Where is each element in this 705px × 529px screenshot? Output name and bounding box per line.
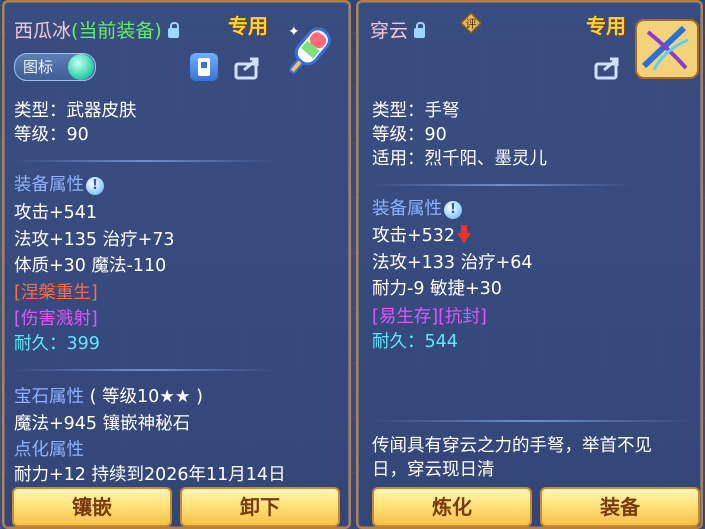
item-title: 穿云 — [370, 16, 426, 43]
stat-line: 体质+30 魔法-110 — [14, 256, 167, 276]
item-type: 类型：武器皮肤 — [14, 101, 137, 121]
appearance-icon[interactable] — [190, 53, 218, 81]
share-icon[interactable] — [234, 56, 262, 80]
info-icon[interactable]: ! — [444, 201, 462, 219]
gem-header-label: 宝石属性 — [14, 387, 84, 407]
attributes-header: 装备属性! — [372, 197, 462, 221]
refine-button[interactable]: 炼化 — [372, 487, 532, 527]
item-name: 西瓜冰 — [14, 20, 72, 42]
attributes-header-label: 装备属性 — [372, 199, 442, 219]
icon-toggle[interactable]: 图标 — [14, 53, 96, 81]
exclusive-badge: 专用 — [228, 14, 268, 38]
compare-item-panel: 穿云 专用 类型：手弩 等级：90 适用：烈千阳、墨灵儿 装备属性! 攻击+53… — [356, 0, 703, 529]
durability: 耐久：399 — [14, 332, 100, 356]
stat-line: 法攻+133 治疗+64 — [372, 253, 533, 273]
evaluate-label: 评 — [466, 18, 477, 31]
durability-label: 耐久： — [372, 332, 425, 352]
item-name: 穿云 — [370, 20, 409, 42]
item-title: 西瓜冰(当前装备) — [14, 16, 179, 43]
special-effect: [伤害溅射] — [14, 309, 98, 329]
equip-button[interactable]: 装备 — [540, 487, 700, 527]
item-type: 类型：手弩 — [372, 101, 460, 121]
refine-attributes-header: 点化属性 — [14, 440, 84, 460]
lock-icon — [167, 22, 179, 38]
special-effect: [涅槃重生] — [14, 283, 98, 303]
attributes-header-label: 装备属性 — [14, 175, 84, 195]
stat-line: 攻击+541 — [14, 203, 98, 223]
stat-line: 耐力-9 敏捷+30 — [372, 279, 502, 299]
divider — [14, 160, 274, 162]
item-level: 等级：90 — [372, 125, 447, 145]
gem-stat: 魔法+945 镶嵌神秘石 — [14, 414, 191, 434]
crossbow-weapon-icon — [635, 19, 699, 79]
item-description: 传闻具有穿云之力的手弩，举首不见 — [372, 436, 652, 456]
item-fit: 适用：烈千阳、墨灵儿 — [372, 149, 547, 169]
divider — [372, 184, 632, 186]
share-icon[interactable] — [594, 56, 622, 80]
popsicle-weapon-icon: ✦ — [288, 24, 331, 74]
toggle-knob — [68, 54, 94, 80]
icon-toggle-label: 图标 — [23, 58, 54, 76]
item-level: 等级：90 — [14, 125, 89, 145]
svg-text:✦: ✦ — [288, 24, 300, 40]
refine-stat: 耐力+12 持续到2026年11月14日 — [14, 465, 286, 485]
inlay-button[interactable]: 镶嵌 — [12, 487, 172, 527]
divider — [372, 420, 692, 422]
special-effect: [易生存][抗封] — [372, 307, 487, 327]
attributes-header: 装备属性! — [14, 173, 104, 197]
stat-line: 法攻+135 治疗+73 — [14, 230, 175, 250]
arrow-down-icon — [457, 225, 472, 243]
durability-value: 544 — [424, 332, 458, 352]
item-description: 日，穿云现日清 — [372, 460, 495, 480]
durability-value: 399 — [66, 334, 100, 354]
durability: 耐久：544 — [372, 330, 458, 354]
stat-line: 攻击+532 — [372, 224, 472, 248]
lock-icon — [414, 22, 426, 38]
equipped-item-panel: 西瓜冰(当前装备) 专用 ✦ 图标 类型：武器皮肤 等级：90 装备属性! 攻击… — [2, 0, 351, 529]
gem-attributes-header: 宝石属性 ( 等级10★★ ) — [14, 385, 203, 409]
gem-level: ( 等级10★★ ) — [89, 387, 204, 407]
durability-label: 耐久： — [14, 334, 67, 354]
evaluate-icon[interactable]: 评 — [460, 12, 482, 34]
unequip-button[interactable]: 卸下 — [180, 487, 340, 527]
equipped-status: (当前装备) — [71, 20, 162, 42]
exclusive-badge: 专用 — [586, 14, 626, 38]
info-icon[interactable]: ! — [86, 177, 104, 195]
stat-value: 攻击+532 — [372, 226, 456, 246]
divider — [14, 369, 274, 371]
